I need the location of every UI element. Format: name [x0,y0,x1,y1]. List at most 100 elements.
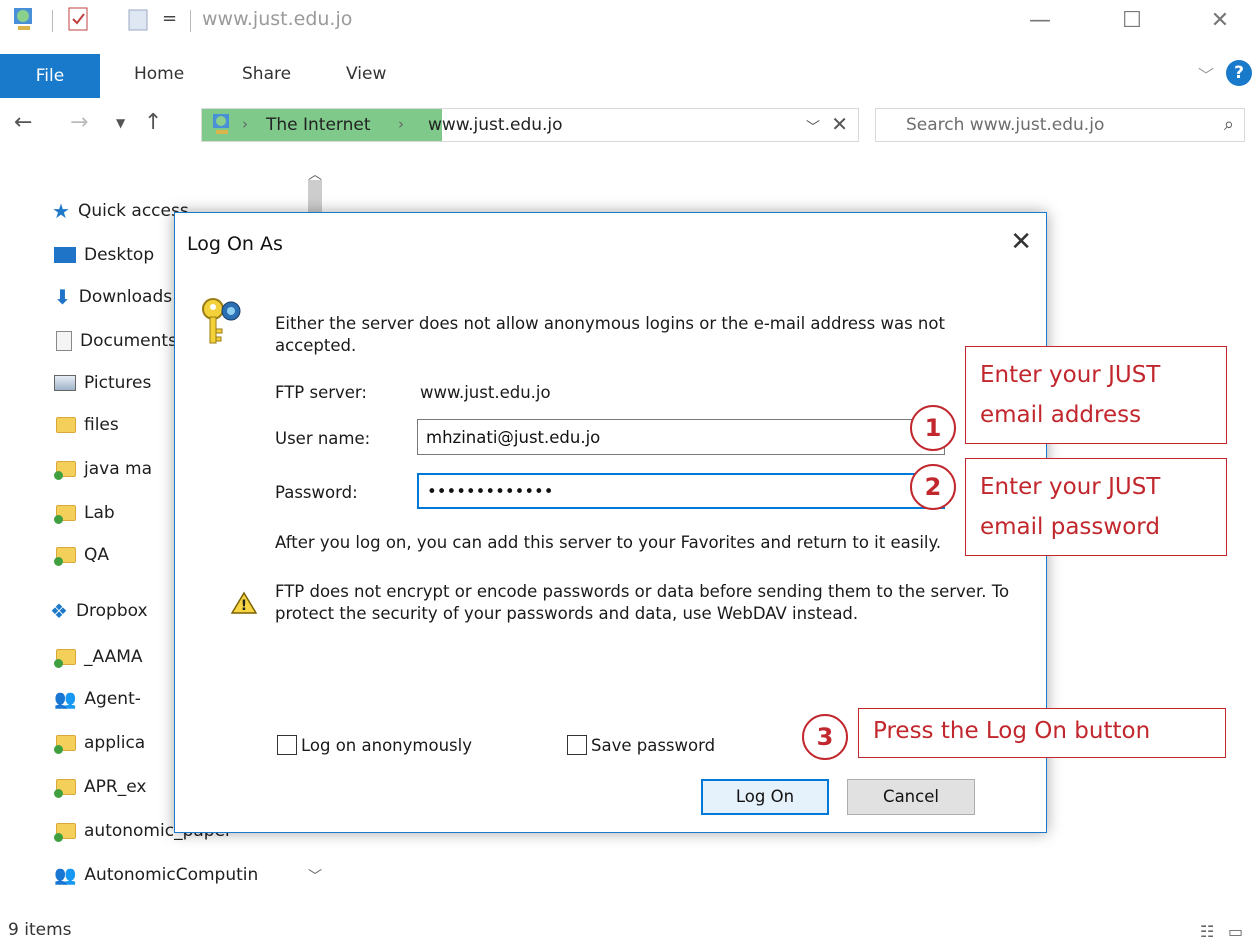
sidebar-item-autonomic-computing[interactable]: 👥 AutonomicComputin [54,860,258,890]
sidebar-item-label: Lab [84,503,115,523]
toolbar-separator [52,10,53,32]
log-on-button[interactable]: Log On [701,779,829,815]
address-dropdown-chevron-icon[interactable]: ﹀ [806,117,820,137]
network-location-icon [213,114,229,134]
sidebar-item-lab[interactable]: Lab [54,498,115,528]
annotation-box-2: Enter your JUST email password [965,458,1227,556]
forward-arrow-icon[interactable]: → [70,110,88,135]
sidebar-item-dropbox[interactable]: ❖ Dropbox [50,596,148,626]
sidebar-item-label: APR_ex [84,777,147,797]
ftp-server-value: www.just.edu.jo [420,383,551,402]
checkbox-box[interactable] [277,735,297,755]
stop-loading-close-icon[interactable]: ✕ [831,112,848,136]
details-view-icon[interactable]: ☷ [1200,922,1214,941]
maximize-button[interactable]: ☐ [1110,4,1154,38]
sidebar-item-pictures[interactable]: Pictures [54,368,151,398]
customize-toolbar-chevron[interactable]: = [162,8,177,29]
sync-folder-icon [54,461,76,480]
search-icon[interactable]: ⌕ [1224,114,1234,135]
sidebar-item-agent[interactable]: 👥 Agent- [54,684,141,714]
sync-folder-icon [54,735,76,754]
annotation-line: email password [980,514,1160,540]
sidebar-item-apr[interactable]: APR_ex [54,772,147,802]
key-icon [202,298,241,344]
sidebar-item-aama[interactable]: _AAMA [54,642,143,672]
properties-icon[interactable] [66,6,92,34]
breadcrumb-the-internet[interactable]: The Internet [266,115,371,135]
sidebar-item-documents[interactable]: Documents [56,326,177,356]
close-window-button[interactable]: ✕ [1198,4,1242,38]
save-password-checkbox[interactable]: Save password [567,735,715,755]
annotation-box-3: Press the Log On button [858,708,1226,758]
dialog-title: Log On As [187,233,283,255]
sidebar-item-label: Downloads [78,287,173,307]
breadcrumb-site[interactable]: www.just.edu.jo [428,115,563,135]
annotation-line: Enter your JUST [980,474,1161,500]
search-box[interactable]: Search www.just.edu.jo ⌕ [875,108,1245,142]
sidebar-item-label: Agent- [84,689,141,709]
svg-text:!: ! [241,598,247,614]
window-title: www.just.edu.jo [202,8,353,30]
log-on-anonymously-checkbox[interactable]: Log on anonymously [277,735,472,755]
document-icon [56,331,72,351]
sidebar-item-label: Quick access [77,201,189,221]
expand-ribbon-chevron-icon[interactable]: ﹀ [1198,62,1214,86]
annotation-line: Press the Log On button [873,718,1151,744]
large-icons-view-icon[interactable]: ▭ [1228,922,1243,941]
annotation-line: Enter your JUST [980,362,1161,388]
sidebar-item-label: Documents [80,331,177,351]
title-bar: = www.just.edu.jo — ☐ ✕ [0,0,1258,46]
sidebar-item-java[interactable]: java ma [54,454,152,484]
sidebar-item-qa[interactable]: QA [54,540,110,570]
dropbox-icon: ❖ [50,599,68,623]
sidebar-item-downloads[interactable]: ⬇ Downloads [54,282,172,312]
status-item-count: 9 items [8,920,72,940]
help-icon[interactable]: ? [1226,60,1252,86]
cancel-button[interactable]: Cancel [847,779,975,815]
checkbox-label: Log on anonymously [301,735,472,755]
sync-folder-icon [54,547,76,566]
download-icon: ⬇ [54,285,71,309]
search-placeholder: Search www.just.edu.jo [906,115,1105,135]
address-bar[interactable]: › The Internet › www.just.edu.jo ﹀ ✕ [201,108,859,142]
tab-share[interactable]: Share [242,64,291,84]
username-label: User name: [275,429,371,448]
sidebar-item-desktop[interactable]: Desktop [54,240,154,270]
sidebar-item-label: applica [84,733,146,753]
sync-folder-icon [54,779,76,798]
recent-locations-chevron-icon[interactable]: ▼ [116,116,125,130]
annotation-step-1: 1 [910,405,956,451]
users-folder-icon: 👥 [54,864,77,886]
sidebar-item-label: Pictures [84,373,152,393]
warning-icon: ! [231,591,257,614]
desktop-icon [54,247,76,263]
breadcrumb-separator-icon: › [398,115,404,133]
ftp-security-warning: FTP does not encrypt or encode passwords… [275,582,1010,623]
anonymous-login-message: Either the server does not allow anonymo… [275,314,945,355]
tab-view[interactable]: View [346,64,386,84]
password-input[interactable] [417,473,945,509]
toolbar-separator [190,10,191,32]
sidebar-item-label: Dropbox [75,601,148,621]
sidebar-item-label: AutonomicComputin [84,865,259,885]
sidebar-item-label: Desktop [84,245,155,265]
sidebar-item-quick-access[interactable]: ★ Quick access [52,196,189,226]
scroll-down-chevron-icon[interactable]: ﹀ [300,866,330,886]
annotation-step-3: 3 [802,714,848,760]
checkbox-box[interactable] [567,735,587,755]
back-arrow-icon[interactable]: ← [14,110,32,135]
up-arrow-icon[interactable]: ↑ [144,110,162,135]
network-globe-icon[interactable] [10,6,38,34]
dialog-close-icon[interactable]: ✕ [1010,227,1032,257]
annotation-step-2: 2 [910,464,956,510]
username-input[interactable] [417,419,945,455]
sidebar-item-label: QA [84,545,110,565]
sidebar-item-applica[interactable]: applica [54,728,146,758]
ftp-server-label: FTP server: [275,383,367,402]
pictures-icon [54,375,76,391]
tab-home[interactable]: Home [134,64,184,84]
tab-file[interactable]: File [0,54,100,98]
new-folder-icon[interactable] [126,6,152,34]
minimize-button[interactable]: — [1018,4,1062,38]
sidebar-item-files[interactable]: files [56,410,119,440]
